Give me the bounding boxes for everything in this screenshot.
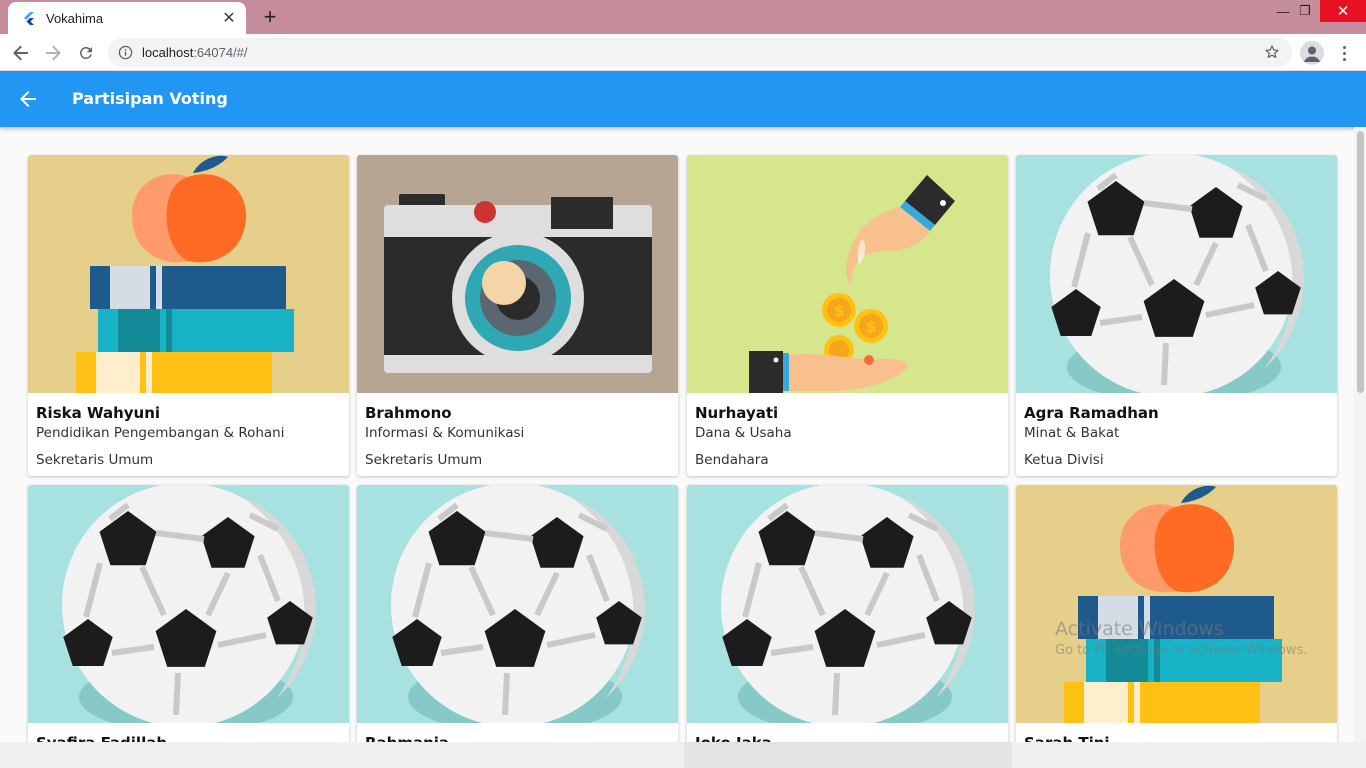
participant-card[interactable]: Riska Wahyuni Pendidikan Pengembangan & R…	[28, 155, 349, 476]
browser-tabstrip: Vokahima ✕ + — ❐ ✕	[0, 0, 1366, 34]
soccer-ball-image	[1016, 155, 1337, 393]
soccer-ball-image	[687, 485, 1008, 723]
participant-name: Riska Wahyuni	[36, 404, 161, 422]
browser-tab[interactable]: Vokahima ✕	[8, 2, 246, 34]
app-bar: Partisipan Voting	[0, 71, 1366, 127]
participant-card[interactable]: Syafira Fadillah	[28, 485, 349, 768]
app-viewport: Partisipan Voting Riska Wahyuni Pendidika…	[0, 71, 1366, 768]
participant-card[interactable]: Agra Ramadhan Minat & Bakat Ketua Divisi	[1016, 155, 1337, 476]
tab-title: Vokahima	[46, 10, 104, 26]
info-icon[interactable]	[118, 45, 133, 60]
participant-role: Sekretaris Umum	[36, 452, 154, 468]
window-close-icon[interactable]: ✕	[1320, 0, 1366, 22]
vertical-scrollbar[interactable]	[1354, 127, 1366, 768]
menu-icon[interactable]	[1336, 41, 1352, 65]
participant-division: Dana & Usaha	[695, 425, 792, 441]
back-arrow-icon[interactable]	[16, 87, 40, 111]
books-apple-image	[1016, 485, 1337, 723]
soccer-ball-image	[357, 485, 678, 723]
books-apple-image	[28, 155, 349, 393]
horizontal-scrollbar[interactable]	[0, 742, 1366, 768]
participant-role: Ketua Divisi	[1024, 452, 1104, 468]
participant-role: Sekretaris Umum	[365, 452, 483, 468]
participant-card[interactable]: $ $ Nurhayati Dana & Usaha Bendahara	[687, 155, 1008, 476]
svg-text:$: $	[833, 301, 844, 320]
participant-division: Minat & Bakat	[1024, 425, 1120, 441]
reload-icon[interactable]	[75, 42, 97, 64]
hands-coins-image: $ $	[687, 155, 1008, 393]
address-bar[interactable]: localhost:64074/#/	[108, 38, 1292, 67]
participant-name: Brahmono	[365, 404, 452, 422]
participant-card[interactable]: Brahmono Informasi & Komunikasi Sekretaris…	[357, 155, 678, 476]
scrollbar-thumb[interactable]	[1357, 131, 1364, 393]
back-icon[interactable]	[10, 42, 32, 64]
participant-division: Informasi & Komunikasi	[365, 425, 525, 441]
svg-text:$: $	[865, 317, 876, 336]
activation-watermark: Activate Windows Go to PC settings to ac…	[1055, 618, 1307, 658]
flutter-icon	[24, 12, 34, 25]
participant-name: Agra Ramadhan	[1024, 404, 1159, 422]
forward-icon[interactable]	[42, 42, 64, 64]
camera-image	[357, 155, 678, 393]
soccer-ball-image	[28, 485, 349, 723]
participant-name: Nurhayati	[695, 404, 779, 422]
profile-icon[interactable]	[1300, 41, 1324, 65]
browser-toolbar: localhost:64074/#/	[0, 34, 1366, 71]
url-text[interactable]: localhost:64074/#/	[142, 45, 248, 60]
watermark-title: Activate Windows	[1055, 618, 1224, 640]
page-title: Partisipan Voting	[72, 89, 228, 108]
close-icon[interactable]: ✕	[220, 9, 238, 27]
restore-icon[interactable]: ❐	[1292, 0, 1318, 22]
plus-icon[interactable]: +	[258, 6, 282, 30]
participant-division: Pendidikan Pengembangan & Rohani	[36, 425, 285, 441]
watermark-subtitle: Go to PC settings to activate Windows.	[1055, 643, 1308, 658]
horizontal-scrollbar-thumb[interactable]	[684, 742, 1012, 768]
participant-role: Bendahara	[695, 452, 769, 468]
participant-card[interactable]: Rahmania	[357, 485, 678, 768]
participant-card[interactable]: Joko Jaka	[687, 485, 1008, 768]
star-icon[interactable]	[1264, 44, 1280, 60]
